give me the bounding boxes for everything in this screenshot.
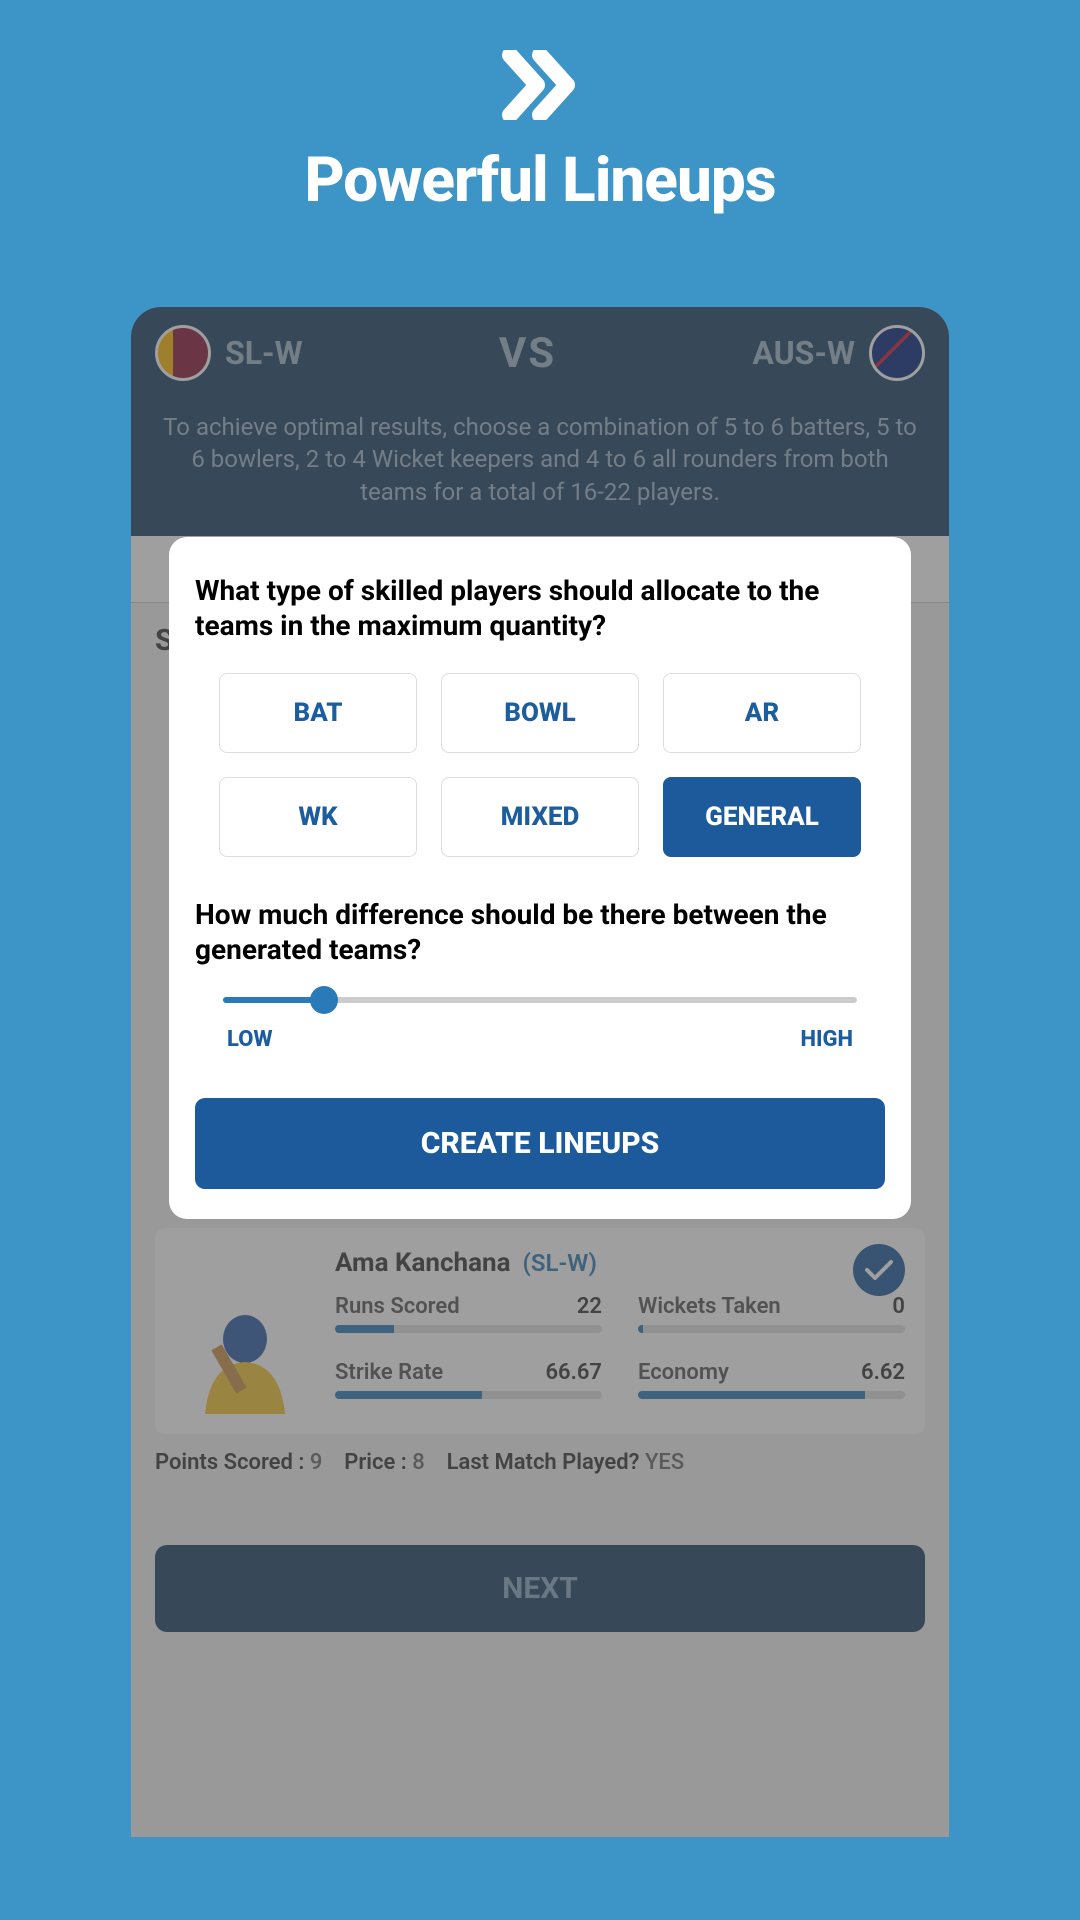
double-chevron-icon bbox=[502, 50, 578, 124]
create-lineups-button[interactable]: CREATE LINEUPS bbox=[195, 1098, 885, 1189]
option-bowl[interactable]: BOWL bbox=[441, 673, 639, 753]
option-ar[interactable]: AR bbox=[663, 673, 861, 753]
slider-thumb[interactable] bbox=[310, 986, 338, 1014]
modal-question-1: What type of skilled players should allo… bbox=[195, 573, 885, 643]
hero-title: Powerful Lineups bbox=[0, 144, 1080, 217]
app-screenshot: SL-W VS AUS-W To achieve optimal results… bbox=[131, 307, 949, 1837]
skill-options: BAT BOWL AR WK MIXED GENERAL bbox=[195, 673, 885, 857]
option-bat[interactable]: BAT bbox=[219, 673, 417, 753]
slider-high-label: HIGH bbox=[800, 1027, 853, 1052]
option-wk[interactable]: WK bbox=[219, 777, 417, 857]
option-mixed[interactable]: MIXED bbox=[441, 777, 639, 857]
modal-question-2: How much difference should be there betw… bbox=[195, 897, 885, 967]
lineup-modal: What type of skilled players should allo… bbox=[169, 537, 911, 1219]
slider-low-label: LOW bbox=[227, 1027, 273, 1052]
option-general[interactable]: GENERAL bbox=[663, 777, 861, 857]
difference-slider[interactable] bbox=[223, 997, 857, 1003]
modal-overlay: What type of skilled players should allo… bbox=[131, 307, 949, 1837]
